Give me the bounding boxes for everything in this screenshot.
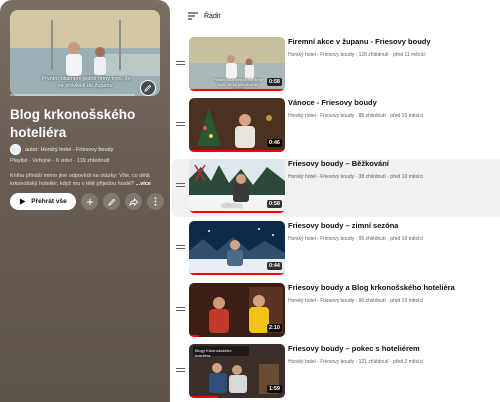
playlist-title: Blog krkonošského hoteliéra (10, 107, 136, 140)
watched-progress (189, 89, 285, 91)
video-title[interactable]: Friesovy boudy – pokec s hoteliérem (288, 344, 496, 354)
drag-handle-icon[interactable] (176, 368, 185, 374)
description-text: Kniha přináší mimo jiné odpovědi na otáz… (10, 173, 150, 187)
video-meta: Horský hotel - Friesovy boudy · 99 zhléd… (288, 236, 424, 242)
video-title[interactable]: Friesovy boudy a Blog krkonošského hotel… (288, 283, 496, 293)
video-meta: Horský hotel - Friesovy boudy · 38 zhléd… (288, 174, 424, 180)
watched-progress (189, 211, 285, 213)
video-thumbnail[interactable]: Prvním okamem jedné firmy bylo, že se př… (189, 37, 285, 91)
show-more-link[interactable]: ...více (136, 181, 151, 187)
playlist-header-panel: Prvním okamem jedné firmy bylo, že se př… (0, 0, 170, 402)
duration-badge: 2:10 (266, 324, 282, 332)
list-item[interactable]: Prvním okamem jedné firmy bylo, že se př… (172, 37, 500, 95)
playlist-owner[interactable]: autor: Horský hotel - Friesovy boudy (10, 144, 113, 155)
list-item[interactable]: 2:10 Friesovy boudy a Blog krkonošského … (172, 283, 500, 341)
video-thumbnail[interactable]: 2:10 (189, 283, 285, 337)
watched-progress (189, 273, 285, 275)
drag-handle-icon[interactable] (176, 245, 185, 251)
video-title[interactable]: Friesovy boudy – zimní sezóna (288, 221, 496, 231)
play-icon (20, 198, 26, 205)
drag-handle-icon[interactable] (176, 61, 185, 67)
duration-badge: 0:44 (266, 262, 282, 270)
drag-handle-icon[interactable] (176, 307, 185, 313)
list-item[interactable]: 0:46 Vánoce - Friesovy boudy Horský hote… (172, 98, 500, 156)
playlist-cover-thumbnail[interactable]: Prvním okamem jedné firmy bylo, že se př… (10, 10, 160, 96)
edit-cover-button[interactable] (140, 80, 156, 96)
drag-handle-icon[interactable] (176, 122, 185, 128)
playlist-actions: Přehrát vše (10, 193, 164, 210)
video-title[interactable]: Vánoce - Friesovy boudy (288, 98, 496, 108)
pencil-icon (107, 198, 115, 206)
video-meta: Horský hotel - Friesovy boudy · 121 zhlé… (288, 359, 424, 365)
sort-icon (188, 12, 198, 20)
drag-handle-icon[interactable] (176, 183, 185, 189)
video-thumbnail[interactable]: velikost aj. 0:58 (189, 159, 285, 213)
list-item[interactable]: velikost aj. 0:58 Friesovy boudy – Běžko… (172, 159, 500, 217)
playlist-description: Kniha přináší mimo jiné odpovědi na otáz… (10, 173, 160, 188)
share-icon (129, 197, 138, 206)
video-title[interactable]: Firemní akce v županu - Friesovy boudy (288, 37, 496, 47)
more-vert-icon (154, 197, 157, 206)
thumbnail-caption: Blogy Krkonošského hoteliéra (195, 348, 232, 358)
play-all-button[interactable]: Přehrát vše (10, 193, 76, 210)
more-options-button[interactable] (147, 193, 164, 210)
thumbnail-caption: velikost aj. (221, 203, 243, 208)
pencil-icon (144, 84, 152, 92)
share-button[interactable] (125, 193, 142, 210)
video-meta: Horský hotel - Friesovy boudy · 128 zhlé… (288, 52, 426, 58)
list-item[interactable]: 0:44 Friesovy boudy – zimní sezóna Horsk… (172, 221, 500, 279)
playlist-meta: Playlist · Veřejné · 6 videí · 119 zhléd… (10, 158, 110, 164)
duration-badge: 0:46 (266, 139, 282, 147)
video-thumbnail[interactable]: Blogy Krkonošského hoteliéra 1:59 (189, 344, 285, 398)
cover-progress-bar (10, 94, 135, 96)
avatar[interactable] (10, 144, 21, 155)
owner-name[interactable]: autor: Horský hotel - Friesovy boudy (25, 147, 113, 153)
plus-icon (86, 198, 93, 205)
duration-badge: 0:58 (266, 78, 282, 86)
watched-progress (189, 396, 218, 398)
video-meta: Horský hotel - Friesovy boudy · 86 zhléd… (288, 113, 424, 119)
list-item[interactable]: Blogy Krkonošského hoteliéra 1:59 Frieso… (172, 344, 500, 402)
edit-playlist-button[interactable] (103, 193, 120, 210)
play-all-label: Přehrát vše (31, 198, 67, 205)
watched-progress (189, 150, 285, 152)
sort-button[interactable]: Řadit (188, 12, 220, 20)
video-thumbnail[interactable]: 0:46 (189, 98, 285, 152)
watched-progress (189, 335, 199, 337)
video-title[interactable]: Friesovy boudy – Běžkování (288, 159, 496, 169)
video-thumbnail[interactable]: 0:44 (189, 221, 285, 275)
duration-badge: 0:58 (266, 200, 282, 208)
sort-label: Řadit (204, 12, 221, 20)
duration-badge: 1:59 (266, 385, 282, 393)
cover-subtitle: Prvním okamem jedné firmy bylo, že se př… (41, 76, 131, 89)
video-meta: Horský hotel - Friesovy boudy · 90 zhléd… (288, 298, 424, 304)
add-to-playlist-button[interactable] (81, 193, 98, 210)
